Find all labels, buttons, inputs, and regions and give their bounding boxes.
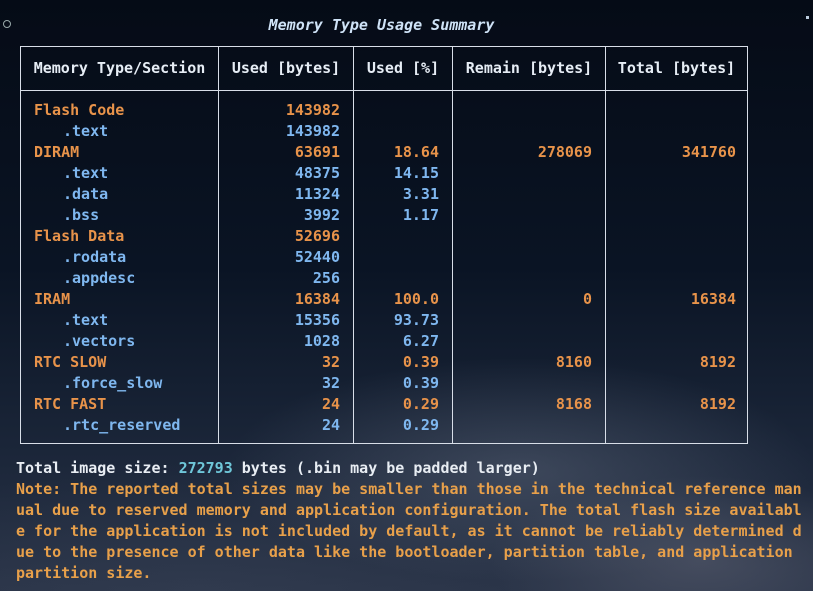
cell-used-bytes: 1028	[303, 332, 340, 350]
cell-used-bytes: 24	[321, 416, 340, 434]
cell-memory-type: .text	[63, 164, 109, 182]
table-row-section: .text 143982	[21, 121, 747, 142]
total-label: Total image size:	[16, 459, 179, 477]
total-suffix: bytes (.bin may be padded larger)	[232, 459, 540, 477]
cell-memory-type: .bss	[63, 206, 100, 224]
cell-memory-type: Flash Data	[34, 227, 125, 245]
total-image-size: Total image size: 272793 bytes (.bin may…	[16, 458, 806, 479]
table-row-section: .rodata 52440	[21, 247, 747, 268]
cell-remain-bytes: 8160	[555, 353, 592, 371]
cell-used-percent: 0.39	[402, 374, 439, 392]
cell-memory-type: DIRAM	[34, 143, 80, 161]
table-row-memory-type: RTC FAST 24 0.29 8168 8192	[21, 394, 747, 415]
cell-used-bytes: 32	[321, 374, 340, 392]
column-header-total-bytes: Total [bytes]	[617, 59, 736, 77]
table-row-memory-type: Flash Data 52696	[21, 226, 747, 247]
cell-memory-type: Flash Code	[34, 101, 125, 119]
cell-used-percent: 0.29	[402, 416, 439, 434]
cell-memory-type: .appdesc	[63, 269, 136, 287]
cell-used-bytes: 52440	[294, 248, 340, 266]
memory-usage-table: Memory Type/Section Used [bytes] Used [%…	[20, 46, 748, 444]
cell-used-bytes: 32	[321, 353, 340, 371]
table-row-section: .appdesc 256	[21, 268, 747, 289]
cell-total-bytes: 16384	[690, 290, 736, 308]
page-title: Memory Type Usage Summary	[268, 16, 495, 34]
table-row-memory-type: RTC SLOW 32 0.39 8160 8192	[21, 352, 747, 373]
cell-total-bytes: 8192	[699, 395, 736, 413]
cell-memory-type: .text	[63, 122, 109, 140]
total-value: 272793	[178, 459, 233, 477]
note-line: partition size.	[16, 564, 152, 582]
cell-memory-type: .text	[63, 311, 109, 329]
cell-total-bytes: 341760	[681, 143, 736, 161]
table-row-section: .data 11324 3.31	[21, 184, 747, 205]
cell-remain-bytes: 8168	[555, 395, 592, 413]
table-row-section: .force_slow 32 0.39	[21, 373, 747, 394]
note-line: Note: The reported total sizes may be sm…	[16, 480, 802, 498]
cell-used-bytes: 256	[312, 269, 340, 287]
note-line: e for the application is not included by…	[16, 522, 802, 540]
cell-used-bytes: 52696	[294, 227, 340, 245]
cell-remain-bytes: 0	[582, 290, 592, 308]
cell-total-bytes: 8192	[699, 353, 736, 371]
table-row-section: .vectors 1028 6.27	[21, 331, 747, 352]
cell-used-bytes: 48375	[294, 164, 340, 182]
cell-memory-type: .vectors	[63, 332, 136, 350]
table-row-memory-type: Flash Code 143982	[21, 100, 747, 121]
cell-memory-type: RTC SLOW	[34, 353, 107, 371]
cell-used-percent: 93.73	[393, 311, 439, 329]
cell-used-bytes: 24	[321, 395, 340, 413]
cell-memory-type: .rodata	[63, 248, 127, 266]
terminal-marker-icon	[806, 16, 809, 19]
table-row-memory-type: DIRAM 63691 18.64 278069 341760	[21, 142, 747, 163]
footer: Total image size: 272793 bytes (.bin may…	[16, 458, 806, 584]
cell-memory-type: .data	[63, 185, 109, 203]
cell-used-percent: 14.15	[393, 164, 439, 182]
cell-used-percent: 18.64	[393, 143, 439, 161]
cell-used-bytes: 15356	[294, 311, 340, 329]
column-header-remain-bytes: Remain [bytes]	[465, 59, 593, 77]
cell-used-percent: 6.27	[402, 332, 439, 350]
column-header-memory-type: Memory Type/Section	[33, 59, 206, 77]
cell-used-bytes: 143982	[285, 122, 340, 140]
cell-used-bytes: 16384	[294, 290, 340, 308]
cell-used-percent: 0.39	[402, 353, 439, 371]
cell-remain-bytes: 278069	[537, 143, 592, 161]
table-row-section: .text 48375 14.15	[21, 163, 747, 184]
cell-used-percent: 0.29	[402, 395, 439, 413]
header-divider	[21, 90, 747, 91]
table-row-memory-type: IRAM 16384 100.0 0 16384	[21, 289, 747, 310]
cell-used-bytes: 63691	[294, 143, 340, 161]
cell-memory-type: RTC FAST	[34, 395, 107, 413]
column-header-used-percent: Used [%]	[366, 59, 440, 77]
cell-used-bytes: 3992	[303, 206, 340, 224]
cell-used-percent: 100.0	[393, 290, 439, 308]
column-header-used-bytes: Used [bytes]	[231, 59, 341, 77]
note-line: ue to the presence of other data like th…	[16, 543, 793, 561]
cell-used-percent: 1.17	[402, 206, 439, 224]
cell-used-bytes: 143982	[285, 101, 340, 119]
table-row-section: .rtc_reserved 24 0.29	[21, 415, 747, 436]
cell-used-percent: 3.31	[402, 185, 439, 203]
cell-memory-type: .rtc_reserved	[63, 416, 181, 434]
note-line: ual due to reserved memory and applicati…	[16, 501, 802, 519]
cell-used-bytes: 11324	[294, 185, 340, 203]
cell-memory-type: IRAM	[34, 290, 71, 308]
table-row-section: .bss 3992 1.17	[21, 205, 747, 226]
cell-memory-type: .force_slow	[63, 374, 163, 392]
table-row-section: .text 15356 93.73	[21, 310, 747, 331]
